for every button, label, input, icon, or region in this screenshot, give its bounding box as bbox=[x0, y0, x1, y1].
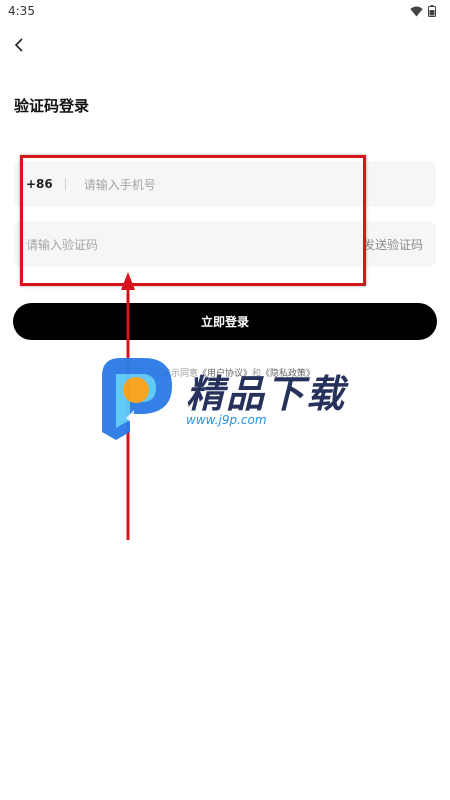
chevron-left-icon bbox=[13, 37, 25, 56]
send-code-button[interactable]: 发送验证码 bbox=[363, 221, 423, 267]
status-icons bbox=[410, 2, 436, 21]
battery-icon bbox=[428, 2, 436, 21]
agreement-prefix: 登录即表示同意 bbox=[134, 369, 198, 379]
code-input[interactable]: 请输入验证码 bbox=[26, 236, 98, 253]
agreement-text: 登录即表示同意《用户协议》和《隐私政策》 bbox=[0, 366, 450, 379]
country-code[interactable]: +86 bbox=[26, 177, 53, 191]
status-time: 4:35 bbox=[8, 4, 35, 18]
privacy-policy-link[interactable]: 《隐私政策》 bbox=[261, 369, 315, 379]
phone-field[interactable]: +86 请输入手机号 bbox=[14, 161, 436, 207]
watermark-url: www.j9p.com bbox=[186, 413, 267, 427]
status-bar: 4:35 bbox=[0, 0, 450, 22]
login-screen: 4:35 验证码登录 +86 请输入手机号 请输入验证码 发送验证码 立即登录 … bbox=[0, 0, 450, 800]
watermark-text: 精品下载 www.j9p.com bbox=[186, 373, 346, 427]
wifi-icon bbox=[410, 2, 423, 21]
agreement-joiner: 和 bbox=[252, 369, 262, 379]
back-button[interactable] bbox=[8, 35, 30, 57]
login-button[interactable]: 立即登录 bbox=[13, 303, 437, 340]
phone-input[interactable]: 请输入手机号 bbox=[84, 176, 156, 193]
user-agreement-link[interactable]: 《用户协议》 bbox=[198, 369, 252, 379]
watermark-title: 精品下载 bbox=[186, 372, 347, 416]
verification-code-field[interactable]: 请输入验证码 发送验证码 bbox=[14, 221, 436, 267]
page-title: 验证码登录 bbox=[14, 97, 90, 115]
field-divider bbox=[64, 177, 66, 191]
